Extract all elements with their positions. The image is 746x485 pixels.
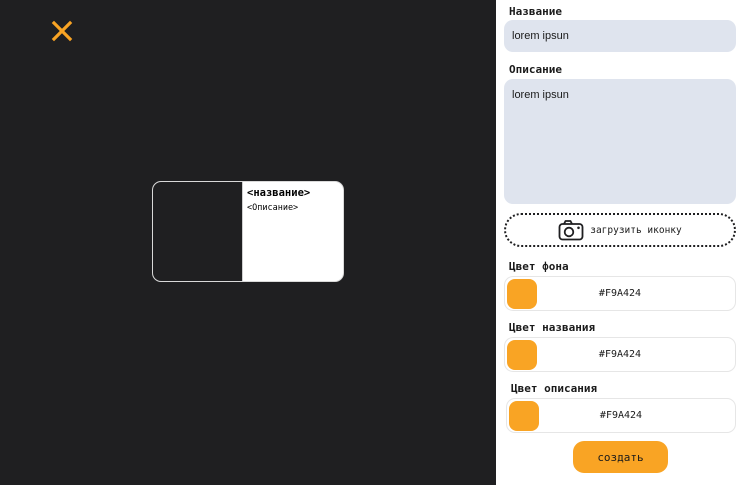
bg-color-label: Цвет фона	[509, 260, 569, 273]
close-button[interactable]	[50, 19, 74, 43]
preview-card: <название> <Описание>	[152, 181, 344, 282]
create-button[interactable]: создать	[573, 441, 668, 473]
bg-color-value[interactable]: #F9A424	[505, 277, 735, 310]
name-input[interactable]: lorem ipsun	[504, 20, 736, 52]
title-color-value[interactable]: #F9A424	[505, 338, 735, 371]
desc-color-value[interactable]: #F9A424	[507, 399, 735, 432]
title-color-label: Цвет названия	[509, 321, 596, 334]
bg-color-field[interactable]: #F9A424	[504, 276, 736, 311]
upload-icon-label: загрузить иконку	[590, 224, 682, 236]
desc-color-label: Цвет описания	[511, 382, 598, 395]
upload-icon-button[interactable]: загрузить иконку	[504, 213, 736, 247]
description-textarea[interactable]: lorem ipsun	[504, 79, 736, 204]
settings-panel: Название lorem ipsun Описание lorem ipsu…	[496, 0, 746, 485]
preview-card-description: <Описание>	[247, 203, 299, 213]
close-icon	[51, 20, 73, 42]
name-label: Название	[509, 5, 562, 18]
preview-card-title: <название>	[247, 187, 311, 199]
description-label: Описание	[509, 63, 562, 76]
title-color-field[interactable]: #F9A424	[504, 337, 736, 372]
preview-card-icon-area	[153, 182, 243, 281]
desc-color-field[interactable]: #F9A424	[506, 398, 736, 433]
camera-icon	[558, 220, 584, 241]
preview-panel: <название> <Описание>	[0, 0, 496, 485]
